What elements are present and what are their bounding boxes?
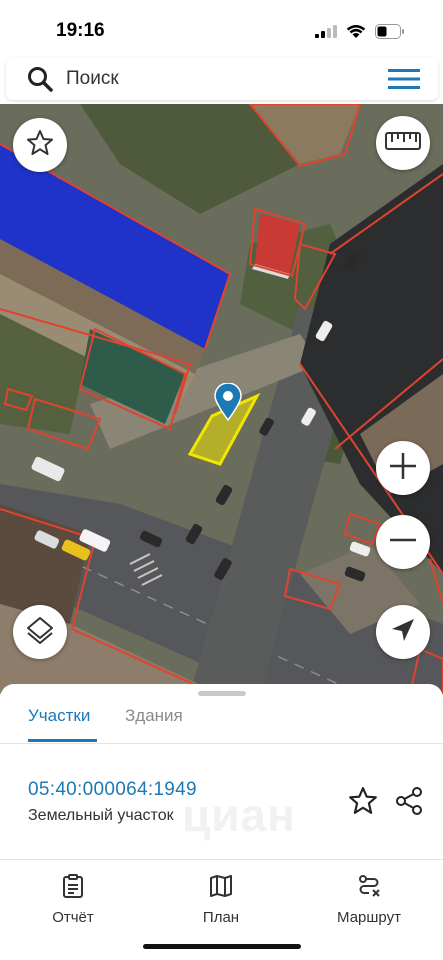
nav-report-label: Отчёт [52,909,94,926]
status-icons [315,24,405,44]
nav-route-label: Маршрут [337,909,401,926]
location-marker-icon[interactable] [214,382,242,426]
tabs: Участки Здания [0,698,443,744]
search-bar[interactable]: Поиск [6,58,438,100]
tab-parcels[interactable]: Участки [28,706,90,726]
map-view[interactable] [0,104,443,694]
zoom-out-button[interactable] [376,515,430,569]
ruler-icon [385,131,421,155]
cian-watermark: циан [182,789,296,841]
wifi-icon [346,24,366,44]
zoom-in-button[interactable] [376,441,430,495]
favorite-map-button[interactable] [13,118,67,172]
parcel-type: Земельный участок [28,807,174,824]
navigation-arrow-icon [390,617,416,648]
map-plan-icon [166,874,276,903]
tab-buildings[interactable]: Здания [125,706,183,726]
minus-icon [388,525,418,560]
locate-button[interactable] [376,605,430,659]
share-icon[interactable] [394,786,424,821]
star-outline-icon[interactable] [348,786,378,821]
sheet-grabber[interactable] [198,691,246,696]
active-tab-indicator [28,739,97,742]
battery-icon [375,24,405,44]
layers-button[interactable] [13,605,67,659]
search-icon[interactable] [26,65,54,98]
status-bar: 19:16 [0,0,443,56]
parcel-card[interactable]: циан 05:40:000064:1949 Земельный участок [0,744,443,860]
status-time: 19:16 [56,20,105,41]
cadastral-number[interactable]: 05:40:000064:1949 [28,779,197,801]
ruler-button[interactable] [376,116,430,170]
hamburger-menu-icon[interactable] [388,67,420,96]
nav-plan[interactable]: План [166,874,276,926]
cellular-signal-icon [315,25,337,43]
bottom-sheet[interactable]: Участки Здания циан 05:40:000064:1949 Зе… [0,684,443,960]
layers-icon [25,615,55,650]
route-icon [314,874,424,903]
nav-plan-label: План [202,909,240,926]
search-input[interactable]: Поиск [66,68,119,90]
nav-route[interactable]: Маршрут [314,874,424,926]
plus-icon [388,451,418,486]
report-clipboard-icon [18,874,128,903]
home-indicator [143,944,301,949]
nav-report[interactable]: Отчёт [18,874,128,926]
star-icon [26,129,54,162]
